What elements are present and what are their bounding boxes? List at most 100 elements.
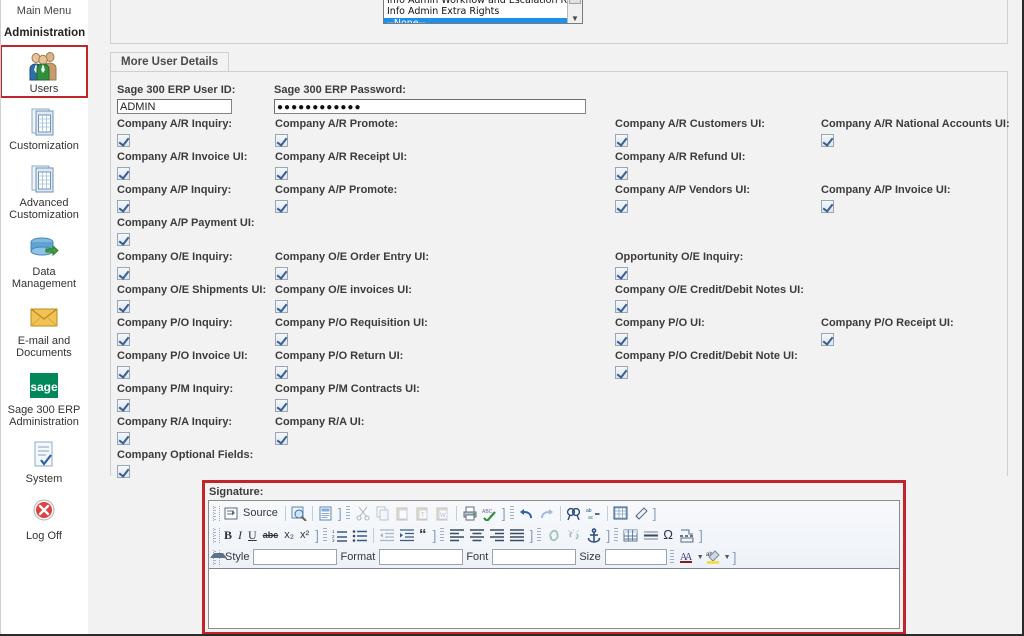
permission-checkbox[interactable] bbox=[275, 366, 288, 379]
permission-checkbox[interactable] bbox=[117, 465, 130, 478]
permission-checkbox[interactable] bbox=[275, 399, 288, 412]
rights-listbox[interactable]: Info Admin ... Rights Info Admin Workflo… bbox=[383, 0, 583, 24]
horizontal-rule-button[interactable] bbox=[641, 526, 661, 544]
sidebar-item-users[interactable]: Users bbox=[0, 45, 88, 98]
password-input[interactable]: ●●●●●●●●●●●● bbox=[274, 99, 586, 114]
permission-checkbox[interactable] bbox=[117, 267, 130, 280]
bold-button[interactable]: B bbox=[222, 526, 236, 544]
toolbar-grip[interactable] bbox=[213, 506, 220, 521]
permission-checkbox[interactable] bbox=[117, 432, 130, 445]
permission-checkbox[interactable] bbox=[275, 267, 288, 280]
print-button[interactable] bbox=[460, 504, 480, 522]
permission-checkbox[interactable] bbox=[275, 432, 288, 445]
align-right-button[interactable] bbox=[487, 526, 507, 544]
anchor-button[interactable] bbox=[584, 526, 604, 544]
sidebar-item-email-documents[interactable]: E-mail and Documents bbox=[2, 297, 86, 362]
subscript-button[interactable]: x₂ bbox=[282, 526, 298, 544]
copy-button[interactable] bbox=[373, 504, 393, 522]
style-select[interactable] bbox=[253, 549, 337, 565]
sidebar-item-system[interactable]: System bbox=[2, 435, 86, 488]
remove-format-icon bbox=[633, 506, 649, 521]
paste-button[interactable] bbox=[393, 504, 413, 522]
size-select[interactable] bbox=[605, 549, 667, 565]
permission-checkbox[interactable] bbox=[275, 333, 288, 346]
unlink-button[interactable] bbox=[564, 526, 584, 544]
sidebar-item-data-management[interactable]: Data Management bbox=[2, 228, 86, 293]
permission-checkbox[interactable] bbox=[275, 300, 288, 313]
italic-button[interactable]: I bbox=[236, 526, 246, 544]
permission-checkbox[interactable] bbox=[821, 200, 834, 213]
scrollbar-thumb[interactable]: ☰ bbox=[569, 0, 581, 4]
chevron-down-icon[interactable]: ▼ bbox=[724, 554, 731, 561]
replace-button[interactable]: abac bbox=[584, 504, 604, 522]
sidebar-item-sage-administration[interactable]: sage Sage 300 ERP Administration bbox=[2, 366, 86, 431]
permission-checkbox[interactable] bbox=[615, 200, 628, 213]
text-color-button[interactable]: AA bbox=[677, 548, 696, 566]
user-id-input[interactable]: ADMIN bbox=[117, 99, 232, 114]
table-button[interactable] bbox=[621, 526, 641, 544]
select-all-button[interactable] bbox=[611, 504, 631, 522]
toolbar-grip[interactable] bbox=[213, 528, 220, 543]
find-button[interactable] bbox=[564, 504, 584, 522]
source-button[interactable]: Source bbox=[222, 504, 282, 522]
spellcheck-button[interactable]: ABC bbox=[480, 504, 500, 522]
permission-checkbox[interactable] bbox=[615, 366, 628, 379]
permission-checkbox[interactable] bbox=[117, 333, 130, 346]
redo-button[interactable] bbox=[537, 504, 557, 522]
paste-word-button[interactable]: W bbox=[433, 504, 453, 522]
align-left-button[interactable] bbox=[447, 526, 467, 544]
numbered-list-button[interactable]: 123 bbox=[330, 526, 350, 544]
paste-text-button[interactable]: T bbox=[413, 504, 433, 522]
main-menu-label[interactable]: Main Menu bbox=[0, 0, 88, 17]
background-color-button[interactable]: ab bbox=[704, 548, 723, 566]
permission-checkbox[interactable] bbox=[821, 134, 834, 147]
sidebar-item-customization[interactable]: Customization bbox=[2, 102, 86, 155]
permission-checkbox[interactable] bbox=[117, 167, 130, 180]
toolbar-collapse-icon[interactable] bbox=[210, 544, 227, 558]
cut-button[interactable] bbox=[353, 504, 373, 522]
permission-checkbox[interactable] bbox=[117, 300, 130, 313]
page-break-button[interactable] bbox=[677, 526, 697, 544]
permission-checkbox[interactable] bbox=[275, 134, 288, 147]
permission-checkbox[interactable] bbox=[275, 167, 288, 180]
superscript-button[interactable]: x² bbox=[298, 526, 313, 544]
align-center-button[interactable] bbox=[467, 526, 487, 544]
permission-checkbox[interactable] bbox=[117, 399, 130, 412]
permission-checkbox[interactable] bbox=[615, 267, 628, 280]
strikethrough-button[interactable]: abc bbox=[261, 526, 283, 544]
templates-button[interactable] bbox=[316, 504, 336, 522]
permission-checkbox[interactable] bbox=[615, 300, 628, 313]
permission-checkbox[interactable] bbox=[615, 167, 628, 180]
indent-button[interactable] bbox=[397, 526, 417, 544]
undo-button[interactable] bbox=[517, 504, 537, 522]
permission-checkbox[interactable] bbox=[821, 333, 834, 346]
scrollbar-down-arrow[interactable]: ▼ bbox=[569, 13, 581, 24]
font-select[interactable] bbox=[492, 549, 576, 565]
permission-checkbox[interactable] bbox=[275, 200, 288, 213]
permission-checkbox[interactable] bbox=[117, 200, 130, 213]
chevron-down-icon[interactable]: ▼ bbox=[697, 554, 704, 561]
rights-listbox-scrollbar[interactable]: ☰ ▼ bbox=[567, 0, 582, 24]
outdent-button[interactable] bbox=[377, 526, 397, 544]
remove-format-button[interactable] bbox=[631, 504, 651, 522]
preview-button[interactable] bbox=[289, 504, 309, 522]
link-button[interactable] bbox=[544, 526, 564, 544]
permission-checkbox[interactable] bbox=[615, 134, 628, 147]
permission-checkbox[interactable] bbox=[615, 333, 628, 346]
signature-editable-area[interactable] bbox=[209, 570, 899, 628]
blockquote-button[interactable]: “ bbox=[417, 526, 431, 544]
special-char-button[interactable]: Ω bbox=[661, 526, 677, 544]
permission-company-p-o-inquiry: Company P/O Inquiry: bbox=[117, 317, 233, 346]
permission-checkbox[interactable] bbox=[117, 134, 130, 147]
bulleted-list-button[interactable] bbox=[350, 526, 370, 544]
permission-checkbox[interactable] bbox=[117, 366, 130, 379]
tab-more-user-details[interactable]: More User Details bbox=[110, 52, 229, 72]
sidebar-item-log-off[interactable]: Log Off bbox=[2, 492, 86, 545]
rights-option-none[interactable]: --None-- bbox=[384, 18, 582, 25]
permission-checkbox[interactable] bbox=[117, 233, 130, 246]
align-justify-button[interactable] bbox=[507, 526, 527, 544]
sidebar-item-advanced-customization[interactable]: Advanced Customization bbox=[2, 159, 86, 224]
underline-button[interactable]: U bbox=[246, 526, 261, 544]
format-select[interactable] bbox=[379, 549, 463, 565]
rights-option-extra[interactable]: Info Admin Extra Rights bbox=[384, 6, 582, 18]
